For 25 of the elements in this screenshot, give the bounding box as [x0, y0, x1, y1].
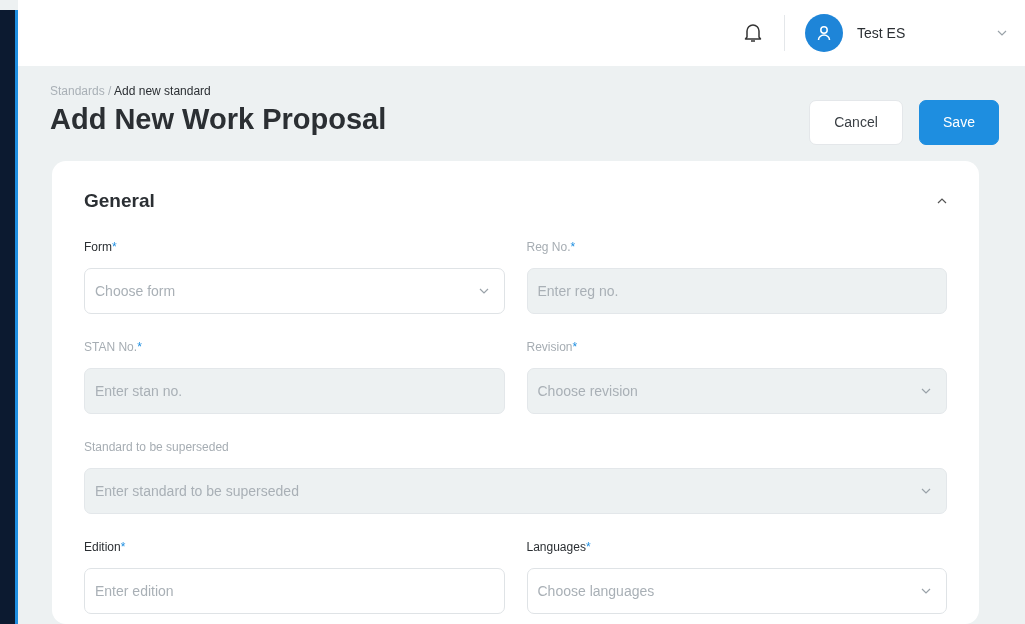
cancel-button[interactable]: Cancel	[809, 100, 903, 145]
input-field[interactable]: Enter edition	[84, 567, 505, 614]
chevron-up-icon[interactable]	[937, 198, 947, 205]
field-label: Form*	[84, 238, 117, 256]
field-label: Reg No.*	[526, 238, 576, 256]
select-field[interactable]: Choose languages	[526, 567, 947, 614]
chevron-down-icon[interactable]	[921, 387, 931, 394]
chevron-down-icon[interactable]	[921, 587, 931, 594]
page-title: Add New Work Proposal	[50, 102, 387, 137]
chevron-down-icon[interactable]	[478, 287, 489, 294]
chevron-down-icon[interactable]	[921, 487, 931, 494]
select-field[interactable]: Choose form	[84, 267, 505, 314]
notification-bell-icon[interactable]	[744, 23, 762, 43]
section-title: General	[84, 189, 155, 213]
chevron-down-icon[interactable]	[997, 30, 1007, 36]
breadcrumb-separator: /	[107, 84, 113, 98]
field-label: Revision*	[526, 338, 578, 356]
field-label: Languages*	[526, 538, 591, 556]
user-avatar-icon[interactable]	[805, 14, 843, 52]
user-name[interactable]: Test ES	[857, 22, 997, 44]
save-button[interactable]: Save	[919, 100, 999, 145]
field-label: Standard to be superseded	[84, 438, 229, 456]
field-label: STAN No.*	[84, 338, 142, 356]
field-label: Edition*	[84, 538, 126, 556]
breadcrumb-item: Add new standard	[114, 84, 211, 98]
